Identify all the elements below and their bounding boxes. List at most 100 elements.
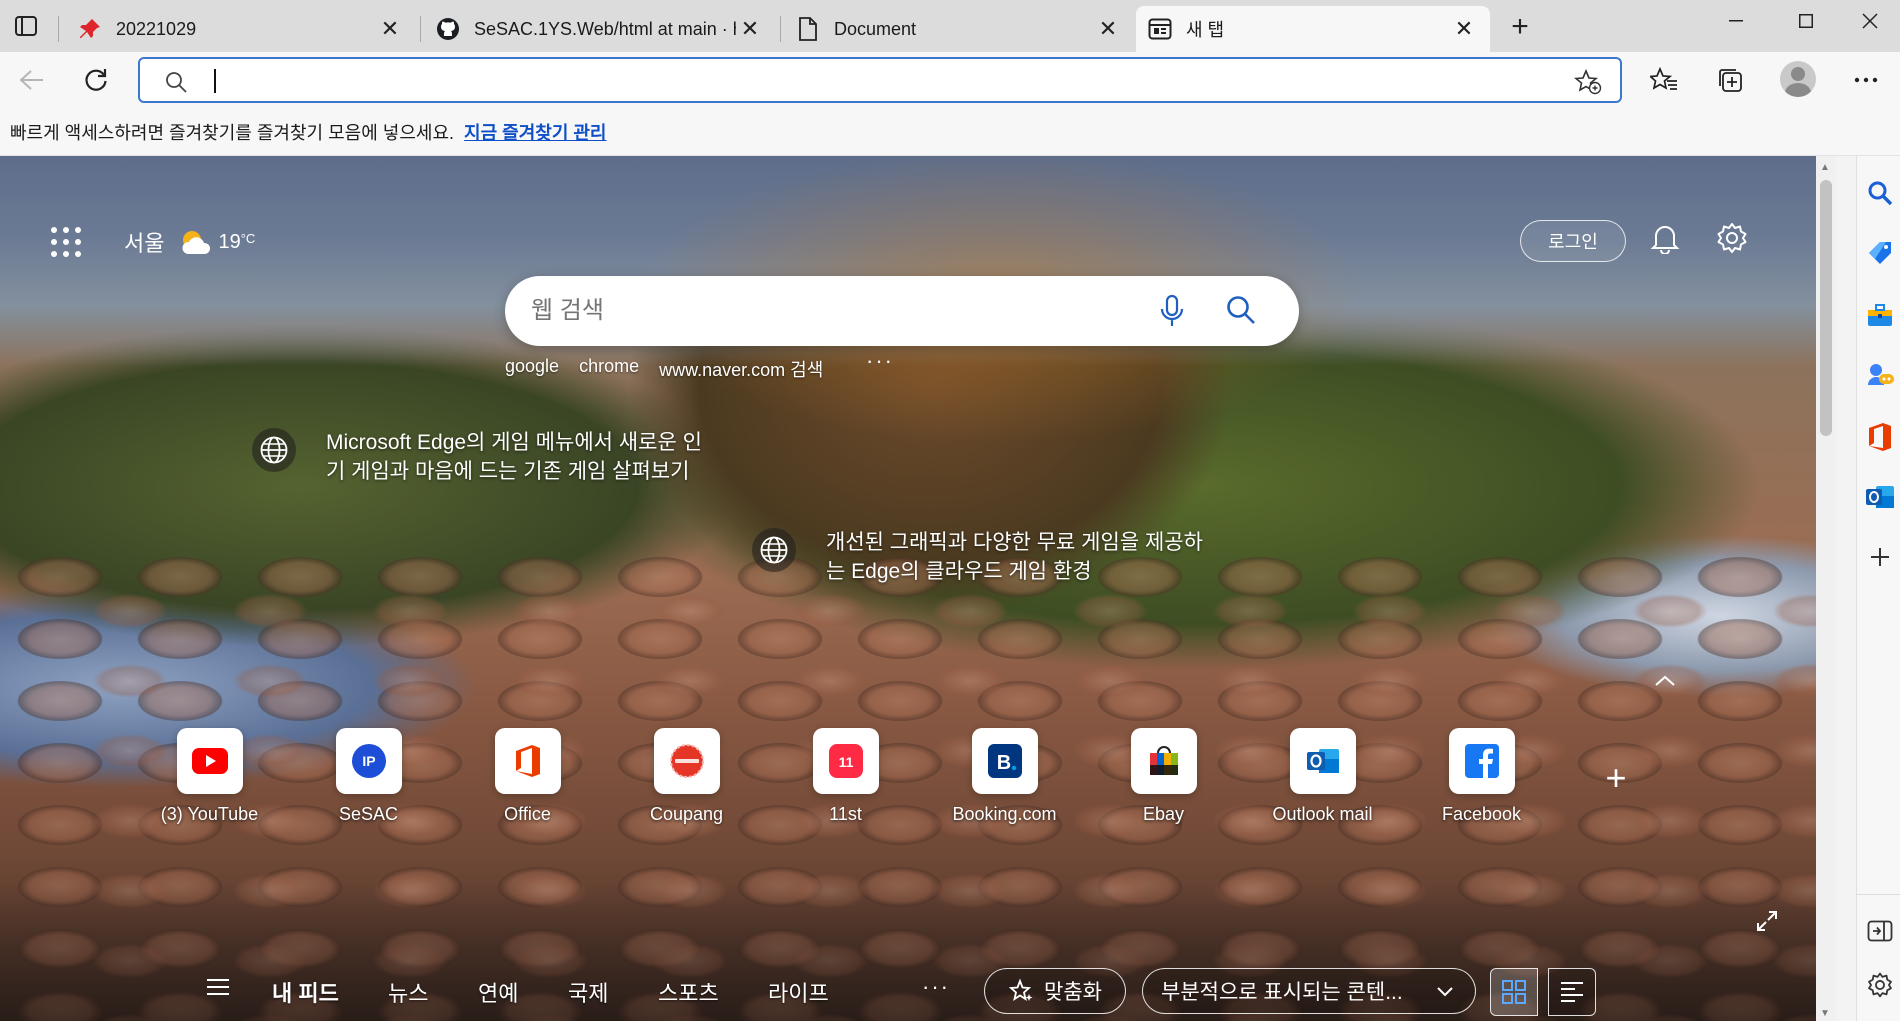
minimize-button[interactable]	[1706, 0, 1766, 42]
notifications-button[interactable]	[1650, 222, 1680, 259]
login-button[interactable]: 로그인	[1520, 220, 1626, 262]
window-close-button[interactable]	[1840, 0, 1900, 42]
quicklink-sesac[interactable]: IP SeSAC	[289, 728, 448, 825]
sidebar-settings-button[interactable]	[1863, 968, 1897, 1002]
scrollbar-thumb[interactable]	[1820, 180, 1832, 436]
app-launcher-button[interactable]	[48, 224, 84, 260]
content-visibility-dropdown[interactable]: 부분적으로 표시되는 콘텐...	[1142, 968, 1476, 1014]
back-button[interactable]	[12, 60, 52, 100]
svg-text:IP: IP	[362, 753, 375, 769]
close-icon[interactable]: ✕	[376, 15, 404, 43]
feed-more-button[interactable]: ···	[922, 974, 950, 1000]
facebook-icon	[1464, 744, 1499, 778]
add-favorite-icon[interactable]	[1574, 69, 1602, 95]
list-layout-button[interactable]	[1548, 968, 1596, 1016]
promo-text: Microsoft Edge의 게임 메뉴에서 새로운 인기 게임과 마음에 드…	[326, 431, 702, 483]
sidebar-search-button[interactable]	[1863, 176, 1897, 210]
weather-city: 서울	[124, 231, 165, 256]
games-promo-card[interactable]: Microsoft Edge의 게임 메뉴에서 새로운 인기 게임과 마음에 드…	[252, 428, 712, 486]
address-input[interactable]	[212, 65, 1512, 95]
collections-button[interactable]	[1710, 60, 1750, 100]
quicklink-label: (3) YouTube	[160, 804, 259, 824]
search-suggestion[interactable]: google	[505, 356, 559, 382]
sidebar-add-button[interactable]	[1863, 540, 1897, 574]
feed-tab-entertainment[interactable]: 연예	[478, 976, 518, 1008]
personalize-button[interactable]: 맞춤화	[984, 968, 1126, 1014]
quicklink-11st[interactable]: 11 11st	[766, 728, 925, 825]
search-suggestion[interactable]: www.naver.com 검색	[659, 356, 823, 382]
sidebar-office-button[interactable]	[1863, 420, 1897, 454]
weather-widget[interactable]: 서울 19°C	[124, 226, 255, 258]
gear-icon	[1717, 223, 1747, 253]
web-search-box[interactable]	[505, 276, 1299, 346]
quicklink-office[interactable]: Office	[448, 728, 607, 825]
new-tab-button[interactable]: +	[1502, 10, 1538, 44]
tab-github[interactable]: SeSAC.1YS.Web/html at main · hana ✕	[424, 6, 776, 52]
more-horizontal-icon	[1854, 77, 1878, 83]
quicklink-label: Ebay	[1142, 804, 1185, 824]
fullscreen-background-button[interactable]	[1756, 910, 1778, 937]
chevron-up-icon	[1655, 675, 1675, 686]
refresh-button[interactable]	[76, 60, 116, 100]
quicklink-label: 11st	[829, 804, 862, 824]
quicklinks-collapse-button[interactable]	[1654, 670, 1676, 693]
quicklink-booking[interactable]: B Booking.com	[925, 728, 1084, 825]
search-submit-button[interactable]	[1225, 294, 1257, 331]
search-suggestion[interactable]: chrome	[579, 356, 639, 382]
profile-avatar[interactable]	[1780, 61, 1816, 97]
expand-icon	[1757, 911, 1777, 931]
search-suggestions: google chrome www.naver.com 검색	[505, 356, 823, 382]
quicklink-youtube[interactable]: (3) YouTube	[130, 728, 289, 825]
settings-more-button[interactable]	[1846, 60, 1886, 100]
quicklink-facebook[interactable]: Facebook	[1402, 728, 1561, 825]
web-search-input[interactable]	[531, 294, 1131, 328]
close-icon[interactable]: ✕	[1094, 15, 1122, 43]
quicklink-label: Coupang	[649, 804, 724, 824]
page-settings-button[interactable]	[1716, 222, 1748, 259]
sesac-icon: IP	[351, 744, 386, 778]
quicklink-ebay[interactable]: Ebay	[1084, 728, 1243, 825]
youtube-icon	[191, 748, 228, 774]
tab-title: SeSAC.1YS.Web/html at main · hana	[474, 18, 736, 39]
sidebar-hide-button[interactable]	[1863, 914, 1897, 948]
cloud-gaming-promo-card[interactable]: 개선된 그래픽과 다양한 무료 게임을 제공하는 Edge의 클라우드 게임 환…	[752, 528, 1212, 586]
tab-title: Document	[834, 18, 917, 39]
tab-document[interactable]: Document ✕	[784, 6, 1134, 52]
shopping-tag-icon	[1869, 242, 1891, 264]
quicklink-outlook[interactable]: Outlook mail	[1243, 728, 1402, 825]
tab-new-tab[interactable]: 새 탭 ✕	[1136, 6, 1490, 52]
page-scrollbar[interactable]: ▲ ▼	[1816, 156, 1836, 1021]
scroll-up-arrow[interactable]: ▲	[1820, 162, 1830, 173]
quicklink-coupang[interactable]: Coupang	[607, 728, 766, 825]
add-quicklink-button[interactable]: +	[1598, 757, 1634, 798]
voice-search-button[interactable]	[1157, 294, 1187, 333]
scroll-down-arrow[interactable]: ▼	[1820, 1008, 1830, 1019]
manage-favorites-link[interactable]: 지금 즐겨찾기 관리	[464, 119, 606, 145]
sidebar-outlook-button[interactable]	[1863, 480, 1897, 514]
feed-menu-button[interactable]	[206, 978, 230, 1001]
gear-icon	[1868, 972, 1892, 998]
feed-tab-world[interactable]: 국제	[568, 976, 608, 1008]
close-icon[interactable]: ✕	[736, 15, 764, 43]
list-layout-icon	[1561, 982, 1583, 1002]
grid-layout-button[interactable]	[1490, 968, 1538, 1016]
feed-tab-news[interactable]: 뉴스	[388, 976, 428, 1008]
address-bar[interactable]	[138, 57, 1622, 103]
favorites-button[interactable]	[1644, 60, 1684, 100]
suggestions-more-button[interactable]: ···	[866, 348, 894, 374]
feed-navigation: 내 피드 뉴스 연예 국제 스포츠 라이프 ··· 맞춤화 부분적으로 표시되는…	[0, 956, 1816, 1021]
feed-tab-sports[interactable]: 스포츠	[658, 976, 719, 1008]
sidebar-shopping-button[interactable]	[1863, 236, 1897, 270]
tab-actions-button[interactable]	[6, 8, 46, 44]
office-icon	[1869, 423, 1891, 451]
close-icon[interactable]: ✕	[1450, 15, 1478, 43]
tab-20221029[interactable]: 20221029 ✕	[66, 6, 416, 52]
sidebar-tools-button[interactable]	[1863, 298, 1897, 332]
weather-unit: °C	[240, 230, 256, 246]
maximize-button[interactable]	[1776, 0, 1836, 42]
sidebar-games-button[interactable]	[1863, 358, 1897, 392]
feed-tab-life[interactable]: 라이프	[768, 976, 829, 1008]
feed-tab-my-feed[interactable]: 내 피드	[272, 976, 339, 1008]
collections-icon	[1719, 69, 1742, 92]
tab-actions-icon	[15, 16, 37, 36]
